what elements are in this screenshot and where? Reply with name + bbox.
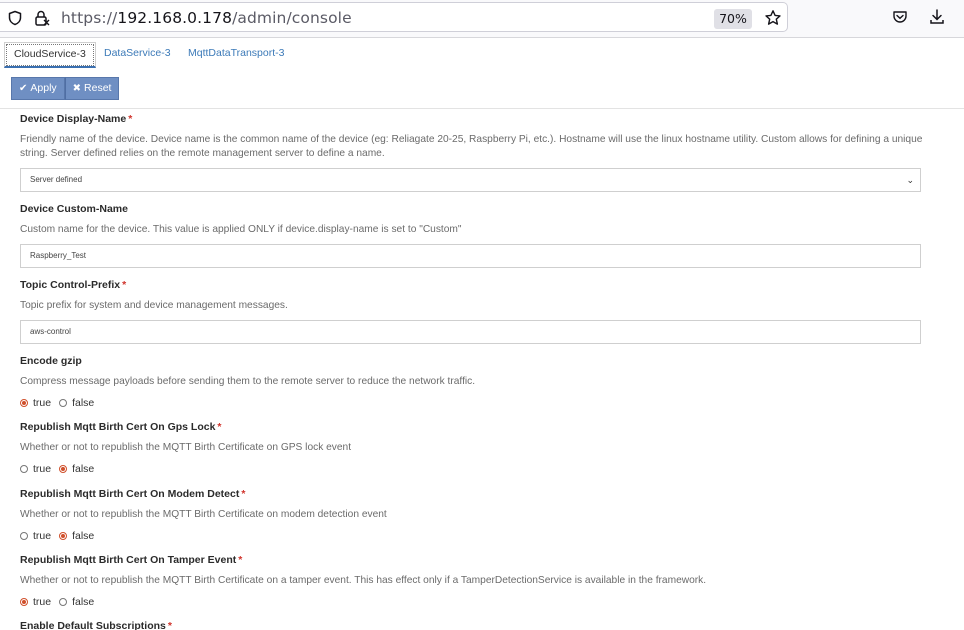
- birth-gps-true-label: true: [33, 463, 52, 475]
- tab-dataservice-3[interactable]: DataService-3: [95, 42, 180, 68]
- birth-gps-true-radio[interactable]: [20, 465, 28, 473]
- control-prefix-description: Topic prefix for system and device manag…: [20, 300, 288, 311]
- reset-button[interactable]: ✖ Reset: [64, 77, 120, 100]
- zoom-level-badge[interactable]: 70%: [714, 9, 752, 29]
- control-prefix-input[interactable]: aws-control: [20, 320, 921, 344]
- encode-gzip-label: Encode gzip: [20, 355, 82, 367]
- encode-gzip-options: true false: [20, 396, 102, 410]
- control-prefix-label: Topic Control-Prefix *: [20, 279, 127, 291]
- service-tabs: CloudService-3 DataService-3 MqttDataTra…: [0, 38, 964, 68]
- birth-tamper-false-radio[interactable]: [59, 598, 68, 606]
- birth-gps-false-label: false: [72, 463, 95, 475]
- tab-cloudservice-3[interactable]: CloudService-3: [4, 42, 96, 68]
- encode-gzip-true-radio[interactable]: [20, 399, 28, 407]
- birth-tamper-true-label: true: [33, 596, 52, 608]
- chevron-down-icon: ⌄: [906, 175, 914, 185]
- check-icon: ✔: [19, 83, 28, 94]
- birth-modem-true-radio[interactable]: [20, 532, 28, 540]
- birth-modem-false-radio[interactable]: [59, 532, 68, 540]
- custom-name-label: Device Custom-Name: [20, 203, 128, 215]
- url-bar[interactable]: https://192.168.0.178/admin/console 70%: [0, 2, 788, 32]
- birth-gps-false-radio[interactable]: [59, 465, 68, 473]
- birth-modem-options: true false: [20, 529, 102, 543]
- lock-icon[interactable]: [33, 9, 51, 27]
- toolbar-divider: [0, 108, 964, 109]
- birth-modem-description: Whether or not to republish the MQTT Bir…: [20, 509, 387, 520]
- action-buttons: ✔ Apply ✖ Reset: [11, 77, 120, 100]
- browser-toolbar: https://192.168.0.178/admin/console 70%: [0, 0, 964, 38]
- birth-gps-description: Whether or not to republish the MQTT Bir…: [20, 442, 352, 453]
- display-name-value: Server defined: [30, 175, 83, 184]
- display-name-description: Friendly name of the device. Device name…: [20, 134, 923, 159]
- custom-name-description: Custom name for the device. This value i…: [20, 224, 462, 235]
- url-text[interactable]: https://192.168.0.178/admin/console: [61, 9, 352, 27]
- encode-gzip-description: Compress message payloads before sending…: [20, 376, 476, 387]
- birth-tamper-false-label: false: [72, 596, 95, 608]
- birth-modem-true-label: true: [33, 530, 52, 542]
- birth-gps-options: true false: [20, 462, 102, 476]
- encode-gzip-true-label: true: [33, 397, 52, 409]
- birth-tamper-description: Whether or not to republish the MQTT Bir…: [20, 575, 707, 586]
- shield-icon[interactable]: [7, 10, 23, 26]
- display-name-label: Device Display-Name *: [20, 113, 133, 125]
- birth-modem-false-label: false: [72, 530, 95, 542]
- display-name-select[interactable]: Server defined ⌄: [20, 168, 921, 192]
- star-icon[interactable]: [764, 9, 782, 27]
- encode-gzip-false-radio[interactable]: [59, 399, 68, 407]
- x-icon: ✖: [72, 83, 82, 94]
- pocket-icon[interactable]: [892, 9, 908, 25]
- birth-tamper-options: true false: [20, 595, 102, 609]
- download-icon[interactable]: [928, 8, 946, 26]
- tab-mqttdatatransport-3[interactable]: MqttDataTransport-3: [179, 42, 293, 68]
- custom-name-input[interactable]: Raspberry_Test: [20, 244, 921, 268]
- birth-tamper-true-radio[interactable]: [20, 598, 28, 606]
- birth-tamper-label: Republish Mqtt Birth Cert On Tamper Even…: [20, 554, 243, 566]
- reset-label: Reset: [84, 82, 112, 94]
- birth-modem-label: Republish Mqtt Birth Cert On Modem Detec…: [20, 488, 246, 500]
- encode-gzip-false-label: false: [72, 397, 95, 409]
- apply-label: Apply: [30, 82, 57, 94]
- default-subscriptions-label: Enable Default Subscriptions *: [20, 620, 172, 630]
- birth-gps-label: Republish Mqtt Birth Cert On Gps Lock *: [20, 421, 222, 433]
- apply-button[interactable]: ✔ Apply: [11, 77, 65, 100]
